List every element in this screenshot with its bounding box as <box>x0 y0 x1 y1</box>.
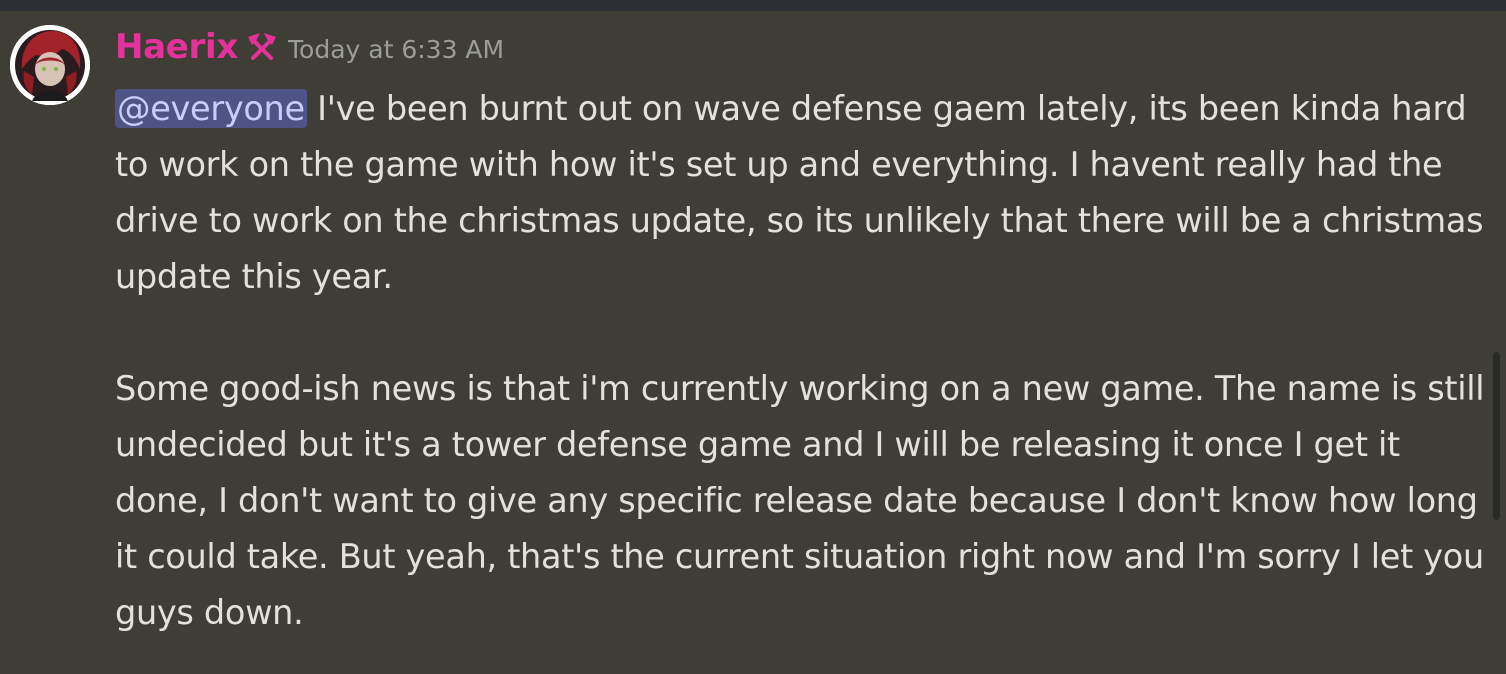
message-paragraph-2: Some good-ish news is that i'm currently… <box>115 369 1495 632</box>
timestamp: Today at 6:33 AM <box>288 34 505 64</box>
everyone-mention[interactable]: @everyone <box>115 89 307 128</box>
message-content: @everyone I've been burnt out on wave de… <box>115 81 1490 641</box>
author-name[interactable]: Haerix <box>115 27 238 67</box>
top-bar <box>0 0 1506 11</box>
chat-message: Haerix Today at 6:33 AM @everyone I've b… <box>0 11 1506 674</box>
hammer-pick-icon <box>244 29 280 65</box>
avatar-image <box>10 25 90 105</box>
message-paragraph-1: @everyone I've been burnt out on wave de… <box>115 81 1490 305</box>
avatar[interactable] <box>10 25 90 105</box>
message-header: Haerix Today at 6:33 AM <box>115 25 504 69</box>
scrollbar[interactable] <box>1493 352 1500 520</box>
paragraph-1-text: I've been burnt out on wave defense gaem… <box>115 89 1494 296</box>
